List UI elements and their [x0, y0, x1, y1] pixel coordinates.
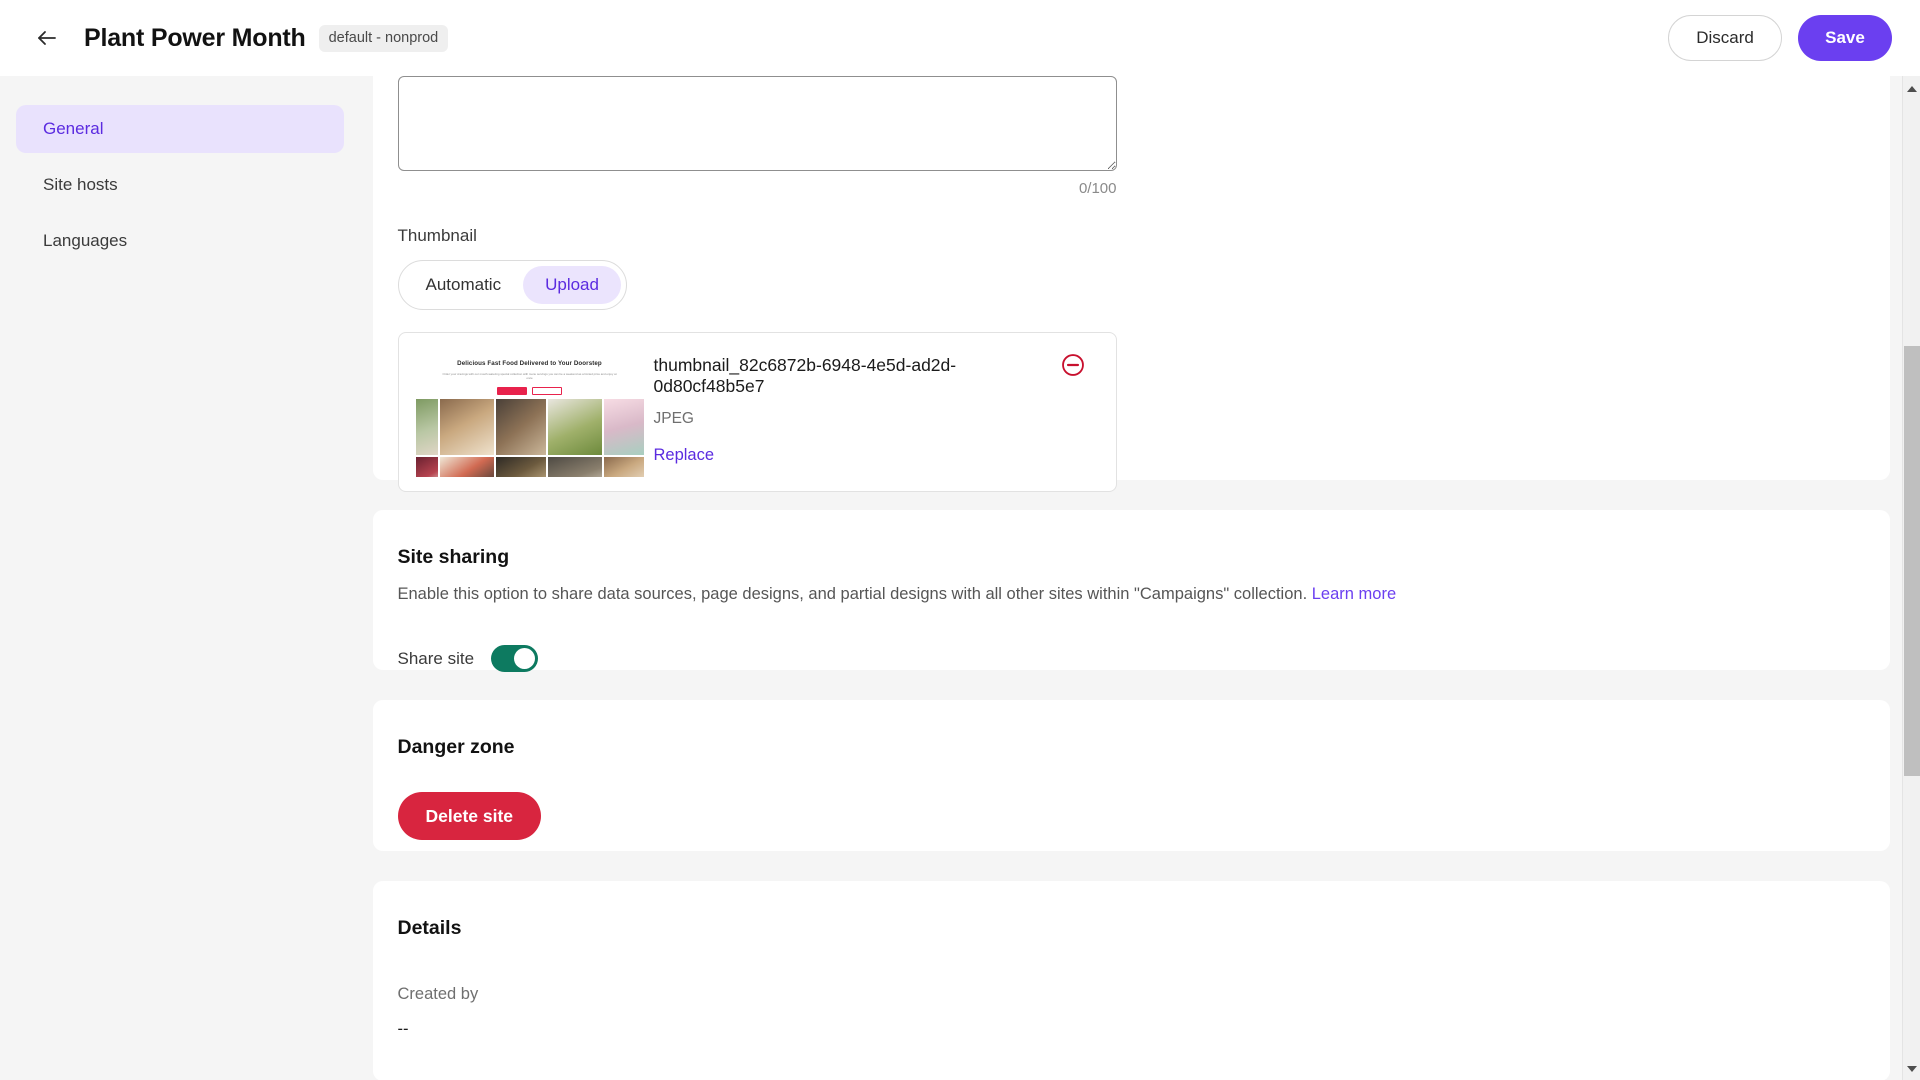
discard-button[interactable]: Discard — [1668, 15, 1782, 61]
scrollbar-thumb[interactable] — [1904, 346, 1920, 776]
remove-thumbnail-button[interactable] — [1060, 352, 1086, 378]
thumbnail-file-type: JPEG — [653, 410, 694, 427]
replace-thumbnail-link[interactable]: Replace — [654, 446, 715, 465]
environment-badge: default - nonprod — [318, 24, 449, 52]
sidebar-item-site-hosts[interactable]: Site hosts — [16, 161, 344, 209]
site-sharing-description: Enable this option to share data sources… — [398, 583, 1890, 605]
preview-photo — [496, 457, 547, 477]
scroll-up-button[interactable] — [1903, 80, 1920, 98]
preview-buttons — [416, 386, 644, 395]
share-site-toggle[interactable] — [491, 645, 539, 673]
save-button[interactable]: Save — [1798, 15, 1892, 61]
details-title: Details — [397, 917, 462, 939]
settings-page: Plant Power Month default - nonprod Disc… — [0, 0, 1920, 1080]
preview-photo — [496, 399, 547, 455]
preview-photo — [415, 399, 439, 455]
thumbnail-file-name: thumbnail_82c6872b-6948-4e5d-ad2d-0d80cf… — [653, 355, 957, 396]
preview-photo — [548, 399, 603, 455]
scroll-down-button[interactable] — [1903, 1060, 1920, 1078]
learn-more-link[interactable]: Learn more — [1312, 585, 1396, 603]
preview-headline: Delicious Fast Food Delivered to Your Do… — [457, 360, 602, 367]
card-gap — [360, 851, 1902, 881]
thumbnail-label: Thumbnail — [397, 226, 477, 245]
share-site-row: Share site — [397, 645, 1890, 673]
details-body: Details Created by -- — [373, 881, 1890, 1039]
preview-secondary-button — [532, 386, 562, 395]
description-block: 0/100 Thumbnail Automatic Upload Delicio… — [373, 76, 1890, 492]
thumbnail-preview-image: Delicious Fast Food Delivered to Your Do… — [415, 347, 644, 477]
sidebar-item-general[interactable]: General — [16, 105, 344, 153]
thumbnail-file-meta: thumbnail_82c6872b-6948-4e5d-ad2d-0d80cf… — [644, 333, 1116, 491]
preview-photo — [415, 457, 439, 477]
danger-zone-title: Danger zone — [397, 736, 515, 758]
preview-subtext: Order your cravings with our mouth-water… — [442, 372, 617, 381]
page-title: Plant Power Month — [84, 23, 306, 52]
arrow-left-icon — [35, 26, 59, 50]
details-card: Details Created by -- — [372, 881, 1890, 1080]
description-input[interactable] — [397, 76, 1117, 171]
circle-minus-icon — [1060, 354, 1086, 381]
thumbnail-mode-upload[interactable]: Upload — [523, 266, 621, 304]
preview-photo — [604, 457, 644, 477]
thumbnail-mode-toggle: Automatic Upload — [397, 260, 627, 310]
thumbnail-file-card: Delicious Fast Food Delivered to Your Do… — [397, 332, 1117, 492]
danger-zone-body: Danger zone Delete site — [373, 700, 1890, 840]
card-gap — [360, 670, 1902, 700]
settings-content: 0/100 Thumbnail Automatic Upload Delicio… — [360, 76, 1902, 1080]
settings-sidebar: General Site hosts Languages — [0, 76, 360, 1080]
thumbnail-mode-automatic[interactable]: Automatic — [404, 266, 524, 304]
sidebar-item-languages[interactable]: Languages — [16, 217, 344, 265]
preview-photo — [604, 399, 644, 455]
preview-header: Delicious Fast Food Delivered to Your Do… — [416, 347, 644, 395]
danger-zone-card: Danger zone Delete site — [372, 700, 1890, 851]
share-site-label: Share site — [397, 648, 475, 668]
back-button[interactable] — [26, 17, 68, 59]
site-sharing-title: Site sharing — [397, 546, 510, 568]
caret-up-icon — [1907, 86, 1917, 92]
site-sharing-description-text: Enable this option to share data sources… — [397, 585, 1308, 603]
preview-photo — [440, 457, 495, 477]
preview-primary-button — [497, 386, 527, 395]
preview-photo-grid — [415, 399, 644, 477]
preview-photo — [440, 399, 495, 455]
delete-site-button[interactable]: Delete site — [397, 792, 542, 840]
created-by-value: -- — [397, 1020, 409, 1038]
site-sharing-body: Site sharing Enable this option to share… — [373, 510, 1890, 673]
general-card: 0/100 Thumbnail Automatic Upload Delicio… — [372, 76, 1890, 492]
site-sharing-card: Site sharing Enable this option to share… — [372, 510, 1890, 673]
page-scrollbar[interactable] — [1902, 76, 1920, 1080]
body-area: General Site hosts Languages 0/100 Thumb… — [0, 76, 1920, 1080]
caret-down-icon — [1907, 1066, 1917, 1072]
card-gap — [360, 480, 1902, 510]
created-by-label: Created by — [397, 985, 479, 1003]
description-char-counter: 0/100 — [1078, 180, 1117, 197]
preview-photo — [548, 457, 603, 477]
toggle-knob — [514, 648, 536, 670]
app-header: Plant Power Month default - nonprod Disc… — [0, 0, 1920, 76]
